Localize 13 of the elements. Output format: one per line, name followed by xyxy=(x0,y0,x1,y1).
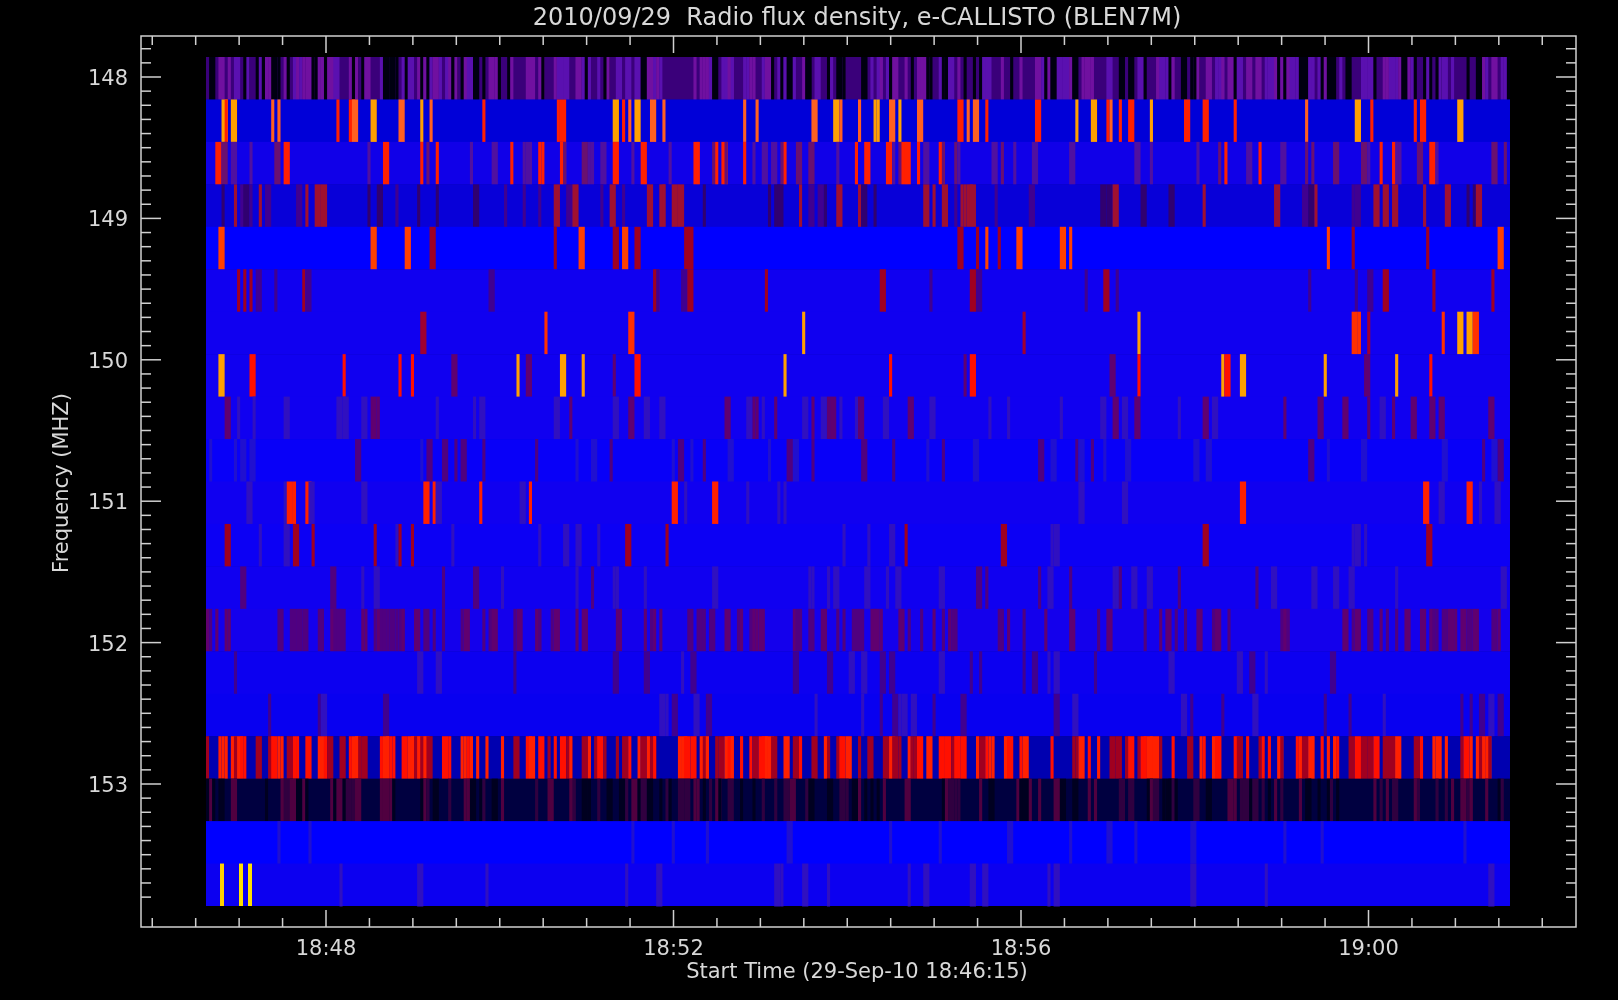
x-tick-label: 18:56 xyxy=(990,936,1052,960)
y-tick-label: 153 xyxy=(87,773,128,797)
x-tick-label: 19:00 xyxy=(1338,936,1399,960)
x-axis-title: Start Time (29-Sep-10 18:46:15) xyxy=(686,959,1028,983)
y-tick-label: 151 xyxy=(87,490,128,515)
x-tick-label: 18:52 xyxy=(643,936,704,960)
x-tick-label: 18:48 xyxy=(295,936,357,960)
y-tick-label: 148 xyxy=(87,66,128,90)
chart-title: 2010/09/29 Radio flux density, e-CALLISTO (BLEN7M) xyxy=(532,3,1182,31)
y-axis-title: Frequency (MHZ) xyxy=(49,393,73,573)
y-tick-label: 152 xyxy=(87,631,128,656)
y-tick-label: 150 xyxy=(87,348,128,373)
y-tick-label: 149 xyxy=(87,207,128,232)
